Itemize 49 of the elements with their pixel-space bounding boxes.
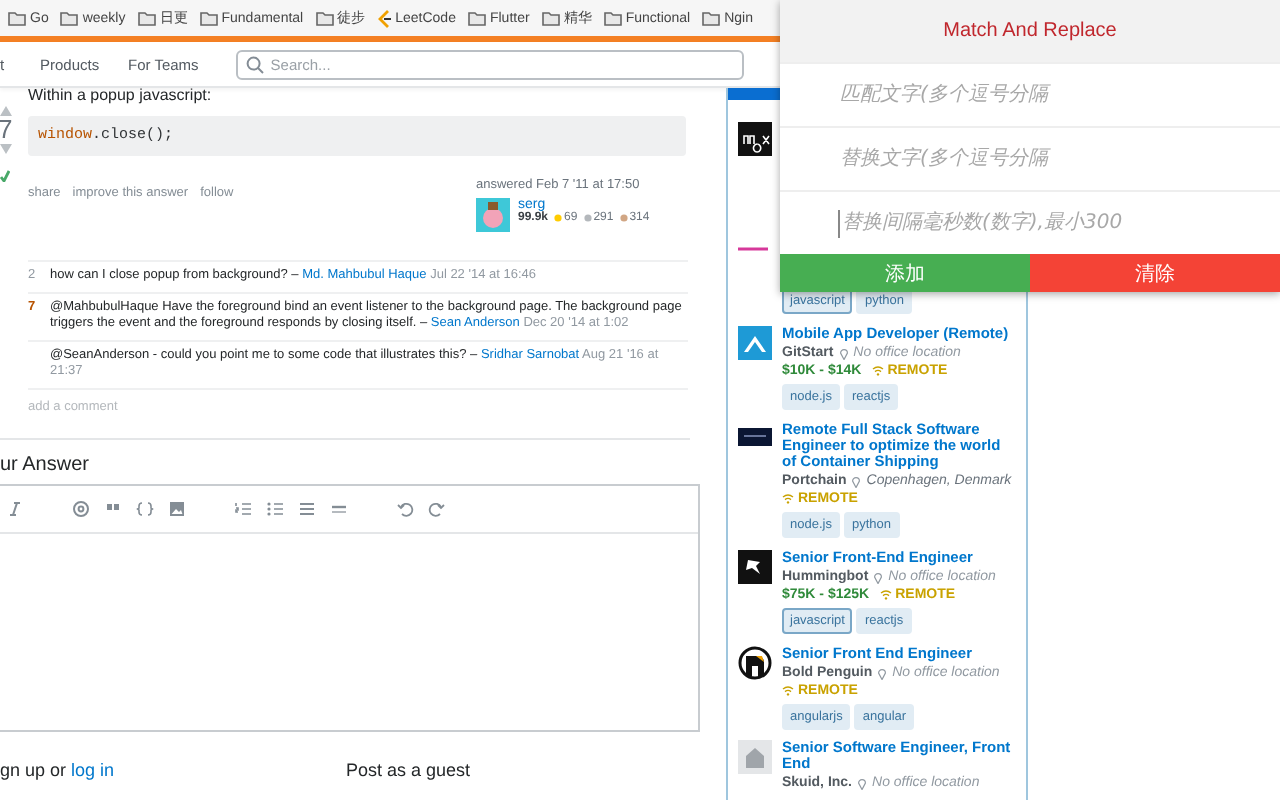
undo-icon[interactable] <box>396 499 414 517</box>
wifi-icon <box>782 494 794 504</box>
company-logo-icon <box>738 246 768 252</box>
company-logo-icon <box>738 740 772 774</box>
italic-icon[interactable] <box>6 499 24 517</box>
input-field[interactable]: 替换间隔毫秒数(数字),最小300 <box>838 209 1272 237</box>
folder-icon <box>8 11 26 25</box>
image-icon[interactable] <box>168 499 186 517</box>
redo-icon[interactable] <box>428 499 446 517</box>
input-field[interactable]: 匹配文字(多个逗号分隔 <box>838 81 1270 109</box>
upvote-icon <box>0 106 12 116</box>
folder-icon <box>137 11 156 25</box>
folder-icon <box>315 11 334 25</box>
heading-icon[interactable] <box>298 499 316 517</box>
company-logo-icon <box>738 550 772 584</box>
popup-title: Match And Replace <box>780 0 1280 62</box>
location-pin-icon <box>852 475 861 487</box>
input-field[interactable]: 替换文字(多个逗号分隔 <box>838 145 1270 173</box>
bulleted-list-icon[interactable] <box>266 499 284 517</box>
code-icon[interactable] <box>136 499 154 517</box>
login-link[interactable]: log in <box>71 759 115 779</box>
section-heading: ur Answer <box>0 453 91 475</box>
wifi-icon <box>871 366 884 376</box>
folder-icon <box>541 11 560 25</box>
clear-button[interactable]: 清除 <box>1030 254 1280 292</box>
folder-icon <box>603 11 622 25</box>
location-pin-icon <box>874 571 883 583</box>
add-button[interactable]: 添加 <box>780 254 1030 292</box>
link-icon[interactable] <box>72 499 90 517</box>
wifi-icon <box>782 686 794 696</box>
answer-text: Within a popup javascript: <box>28 88 214 106</box>
guest-heading: Post as a guest <box>346 759 471 779</box>
location-pin-icon <box>878 667 887 679</box>
company-logo-icon <box>738 646 772 680</box>
folder-icon <box>60 11 79 25</box>
wifi-icon <box>879 590 892 600</box>
search-icon <box>246 55 265 73</box>
avatar-icon <box>476 198 510 232</box>
location-pin-icon <box>858 777 867 789</box>
folder-icon <box>467 11 486 25</box>
company-logo-icon <box>738 122 772 156</box>
numbered-list-icon[interactable] <box>234 499 252 517</box>
downvote-icon <box>0 144 12 154</box>
company-logo-icon <box>738 326 772 360</box>
folder-icon <box>702 11 721 25</box>
folder-icon <box>199 11 218 25</box>
signup-text: gn up or log in <box>0 759 117 779</box>
location-pin-icon <box>839 347 848 359</box>
vote-count: 7 <box>0 116 13 144</box>
